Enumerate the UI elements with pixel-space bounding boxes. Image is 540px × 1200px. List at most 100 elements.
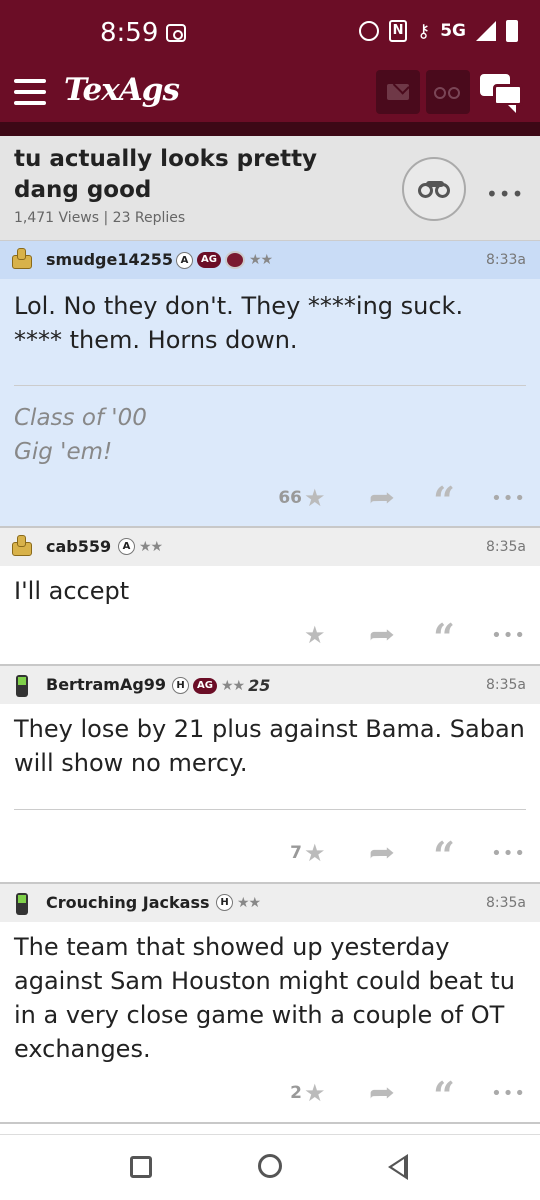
more-options-icon[interactable]: •••: [486, 182, 524, 206]
post-actions: 2 ★ ➦ “ •••: [278, 1077, 526, 1115]
username[interactable]: cab559: [46, 537, 111, 556]
user-badges: H ★★: [216, 894, 261, 911]
header-divider: [0, 122, 540, 136]
topic-meta: 1,471 Views | 23 Replies: [14, 210, 186, 226]
post-body-line: against Sam Houston might could beat tu: [14, 967, 515, 995]
star-count: 66: [278, 488, 302, 508]
post-body-line: exchanges.: [14, 1035, 151, 1063]
star-icon[interactable]: ★: [304, 621, 338, 649]
rating-stars: ★★: [139, 538, 163, 555]
app-header: TexAgs: [0, 64, 540, 122]
network-type: 5G: [440, 21, 466, 41]
status-time: 8:59: [100, 18, 159, 48]
camera-icon: [166, 24, 186, 42]
user-badges: A AG ★★: [176, 251, 273, 269]
username[interactable]: smudge14255: [46, 250, 173, 269]
binoculars-icon: [434, 85, 462, 101]
signature-divider: [14, 385, 526, 386]
post-body-line: will show no mercy.: [14, 749, 248, 777]
post-body-line: Lol. No they don't. They ****ing suck.: [14, 292, 464, 320]
rating-stars: ★★: [237, 894, 261, 911]
signature-line: Gig 'em!: [14, 439, 113, 465]
post-header: BertramAg99 H AG ★★ 25 8:35a: [0, 666, 540, 704]
home-button[interactable]: [258, 1154, 282, 1178]
messages-button[interactable]: [376, 70, 420, 114]
star-icon[interactable]: ★: [304, 1079, 338, 1107]
post-body: Lol. No they don't. They ****ing suck. *…: [14, 289, 463, 357]
post-header: Crouching Jackass H ★★ 8:35a: [0, 884, 540, 922]
more-options-icon[interactable]: •••: [486, 488, 526, 509]
post-body: I'll accept: [14, 574, 129, 608]
quote-icon[interactable]: “: [424, 837, 464, 875]
signal-icon: [476, 21, 496, 41]
signature-line: Class of '00: [14, 405, 147, 431]
reply-icon[interactable]: ➦: [358, 1078, 406, 1108]
rating-stars: ★★: [248, 252, 273, 268]
post-divider: [0, 1122, 540, 1124]
battery-icon: [506, 20, 518, 42]
key-icon: ⚷: [417, 20, 431, 42]
status-bar: 8:59 N ⚷ 5G: [0, 0, 540, 64]
topic-header: tu actually looks pretty dang good 1,471…: [0, 136, 540, 241]
thumbs-up-icon: [10, 535, 34, 559]
system-nav-bar: [0, 1134, 540, 1200]
back-button[interactable]: [388, 1154, 408, 1180]
more-options-icon[interactable]: •••: [486, 843, 526, 864]
star-icon[interactable]: ★: [304, 839, 338, 867]
post-time: 8:35a: [485, 539, 526, 555]
signature-divider: [14, 809, 526, 810]
more-options-icon[interactable]: •••: [486, 1083, 526, 1104]
status-icons: N ⚷ 5G: [359, 20, 518, 42]
badge-a: A: [176, 251, 193, 269]
chat-icon[interactable]: [480, 72, 526, 116]
reply-icon[interactable]: ➦: [358, 483, 406, 513]
rating-stars: ★★: [220, 677, 245, 694]
alarm-icon: [359, 21, 380, 41]
post: smudge14255 A AG ★★ 8:33a Lol. No they d…: [0, 241, 540, 526]
post-header: smudge14255 A AG ★★ 8:33a: [0, 241, 540, 279]
watchlist-button[interactable]: [426, 70, 470, 114]
post-body: They lose by 21 plus against Bama. Saban…: [14, 712, 525, 780]
post-actions: 7 ★ ➦ “ •••: [278, 837, 526, 875]
username[interactable]: Crouching Jackass: [46, 893, 210, 912]
post-body-line: They lose by 21 plus against Bama. Saban: [14, 715, 525, 743]
star-count: 2: [290, 1083, 302, 1103]
user-badges: A ★★: [118, 538, 163, 555]
post-time: 8:35a: [485, 677, 526, 693]
star-icon[interactable]: ★: [304, 484, 338, 512]
badge-h: H: [172, 677, 189, 694]
quote-icon[interactable]: “: [424, 482, 464, 520]
recents-button[interactable]: [130, 1156, 152, 1178]
post-time: 8:35a: [485, 895, 526, 911]
watch-topic-button[interactable]: [402, 157, 466, 221]
app-logo[interactable]: TexAgs: [64, 72, 180, 108]
post-body-line: I'll accept: [14, 577, 130, 605]
badge-a: A: [118, 538, 135, 555]
badge-h: H: [216, 894, 233, 911]
phone-icon: [10, 675, 34, 697]
post-actions: 66 ★ ➦ “ •••: [278, 482, 526, 520]
post-body-line: in a very close game with a couple of OT: [14, 1001, 505, 1029]
post: BertramAg99 H AG ★★ 25 8:35a They lose b…: [0, 666, 540, 882]
badge-ag: AG: [193, 677, 217, 694]
topic-title: tu actually looks pretty dang good: [14, 146, 318, 203]
nfc-icon: N: [389, 20, 408, 42]
star-count: 7: [290, 843, 302, 863]
quote-icon[interactable]: “: [424, 619, 464, 657]
post-time: 8:33a: [485, 252, 526, 268]
badge-ag: AG: [197, 252, 221, 268]
more-options-icon[interactable]: •••: [486, 625, 526, 646]
post-body-line: The team that showed up yesterday: [14, 933, 450, 961]
team-logo-icon: [224, 251, 245, 269]
post: cab559 A ★★ 8:35a I'll accept ★ ➦ “ •••: [0, 528, 540, 664]
post: Crouching Jackass H ★★ 8:35a The team th…: [0, 884, 540, 1122]
phone-icon: [10, 893, 34, 915]
reply-icon[interactable]: ➦: [358, 838, 406, 868]
user-badges: H AG ★★ 25: [172, 676, 270, 695]
quote-icon[interactable]: “: [424, 1077, 464, 1115]
post-body: The team that showed up yesterday agains…: [14, 930, 515, 1066]
menu-icon[interactable]: [14, 79, 46, 105]
username[interactable]: BertramAg99: [46, 675, 166, 694]
reply-icon[interactable]: ➦: [358, 620, 406, 650]
post-header: cab559 A ★★ 8:35a: [0, 528, 540, 566]
